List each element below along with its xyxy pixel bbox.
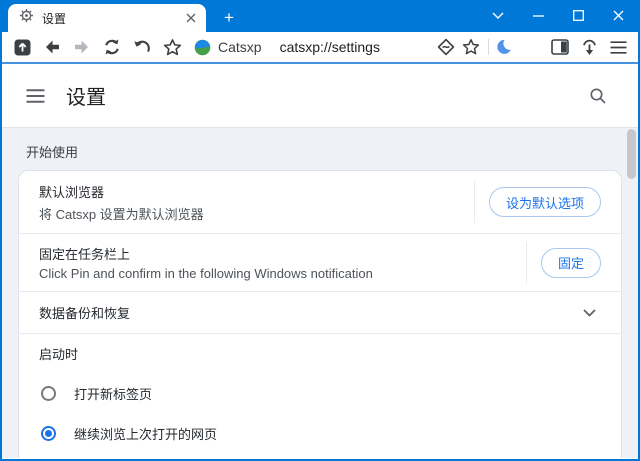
row-title: 固定在任务栏上 bbox=[39, 247, 131, 262]
row-default-browser: 默认浏览器 将 Catsxp 设置为默认浏览器 设为默认选项 bbox=[19, 171, 621, 233]
set-default-button[interactable]: 设为默认选项 bbox=[488, 187, 601, 217]
radio-continue[interactable] bbox=[41, 425, 56, 441]
scrollbar-thumb[interactable] bbox=[627, 129, 636, 179]
window-controls bbox=[478, 0, 638, 31]
row-actions: 固定 bbox=[525, 241, 601, 284]
startup-section-label: 启动时 bbox=[39, 347, 79, 362]
site-name: Catsxp bbox=[218, 39, 262, 55]
maximize-button[interactable] bbox=[558, 0, 598, 31]
row-startup-label: 启动时 bbox=[19, 333, 621, 373]
settings-menu-icon[interactable] bbox=[24, 85, 46, 107]
close-button[interactable] bbox=[598, 0, 638, 31]
radio-new-tab[interactable] bbox=[41, 385, 56, 401]
browser-window: 设置 + Catsxp catsxp://settings 设置 开始使用 默认… bbox=[0, 0, 640, 461]
vertical-separator bbox=[473, 181, 475, 223]
menu-hamburger-icon[interactable] bbox=[608, 37, 628, 57]
side-panel-icon[interactable] bbox=[550, 37, 570, 57]
refresh-icon[interactable] bbox=[102, 37, 122, 57]
pin-button[interactable]: 固定 bbox=[540, 247, 601, 278]
minimize-button[interactable] bbox=[518, 0, 558, 31]
url-text[interactable]: catsxp://settings bbox=[280, 39, 380, 55]
row-title: 数据备份和恢复 bbox=[39, 306, 131, 321]
page-title: 设置 bbox=[66, 87, 106, 109]
section-label: 开始使用 bbox=[26, 145, 79, 160]
row-pin-taskbar-text: 固定在任务栏上 Click Pin and confirm in the fol… bbox=[39, 244, 373, 281]
dark-mode-moon-icon[interactable] bbox=[496, 37, 516, 57]
toolbar-separator bbox=[488, 39, 489, 55]
bookmark-star-icon[interactable] bbox=[162, 37, 182, 57]
launcher-box-icon[interactable] bbox=[12, 37, 32, 57]
catsxp-logo-icon bbox=[192, 37, 212, 57]
gear-favicon-icon bbox=[19, 8, 34, 28]
row-default-browser-text: 默认浏览器 将 Catsxp 设置为默认浏览器 bbox=[39, 182, 204, 223]
back-icon[interactable] bbox=[42, 37, 62, 57]
settings-header: 设置 bbox=[2, 64, 638, 128]
vertical-separator bbox=[525, 241, 527, 284]
tab-title: 设置 bbox=[42, 11, 67, 26]
extension-diamond-icon[interactable] bbox=[436, 37, 456, 57]
settings-card: 默认浏览器 将 Catsxp 设置为默认浏览器 设为默认选项 固定在任务栏上 C… bbox=[18, 170, 622, 458]
download-update-icon[interactable] bbox=[579, 37, 599, 57]
tab-close-icon[interactable] bbox=[182, 9, 200, 27]
tab-settings[interactable]: 设置 bbox=[8, 4, 206, 32]
titlebar: 设置 + bbox=[2, 0, 638, 32]
radio-label: 继续浏览上次打开的网页 bbox=[74, 426, 218, 442]
startup-option-continue[interactable]: 继续浏览上次打开的网页 bbox=[19, 413, 621, 453]
forward-icon[interactable] bbox=[72, 37, 92, 57]
new-tab-button[interactable]: + bbox=[216, 7, 242, 27]
toolbar-right bbox=[436, 37, 632, 57]
row-subtitle: 将 Catsxp 设置为默认浏览器 bbox=[39, 206, 204, 222]
row-actions: 设为默认选项 bbox=[473, 181, 601, 223]
tab-search-chevron-icon[interactable] bbox=[478, 0, 518, 31]
search-icon[interactable] bbox=[586, 84, 610, 108]
row-subtitle: Click Pin and confirm in the following W… bbox=[39, 266, 373, 281]
radio-label: 打开新标签页 bbox=[74, 386, 153, 402]
startup-option-new-tab[interactable]: 打开新标签页 bbox=[19, 373, 621, 413]
undo-icon[interactable] bbox=[132, 37, 152, 57]
row-title: 默认浏览器 bbox=[39, 184, 105, 200]
row-pin-taskbar: 固定在任务栏上 Click Pin and confirm in the fol… bbox=[19, 233, 621, 291]
chevron-down-icon[interactable] bbox=[577, 301, 601, 325]
bookmark-page-star-icon[interactable] bbox=[461, 37, 481, 57]
settings-content: 开始使用 默认浏览器 将 Catsxp 设置为默认浏览器 设为默认选项 固定在任… bbox=[2, 128, 638, 458]
toolbar: Catsxp catsxp://settings bbox=[2, 32, 638, 62]
row-backup-restore[interactable]: 数据备份和恢复 bbox=[19, 291, 621, 333]
